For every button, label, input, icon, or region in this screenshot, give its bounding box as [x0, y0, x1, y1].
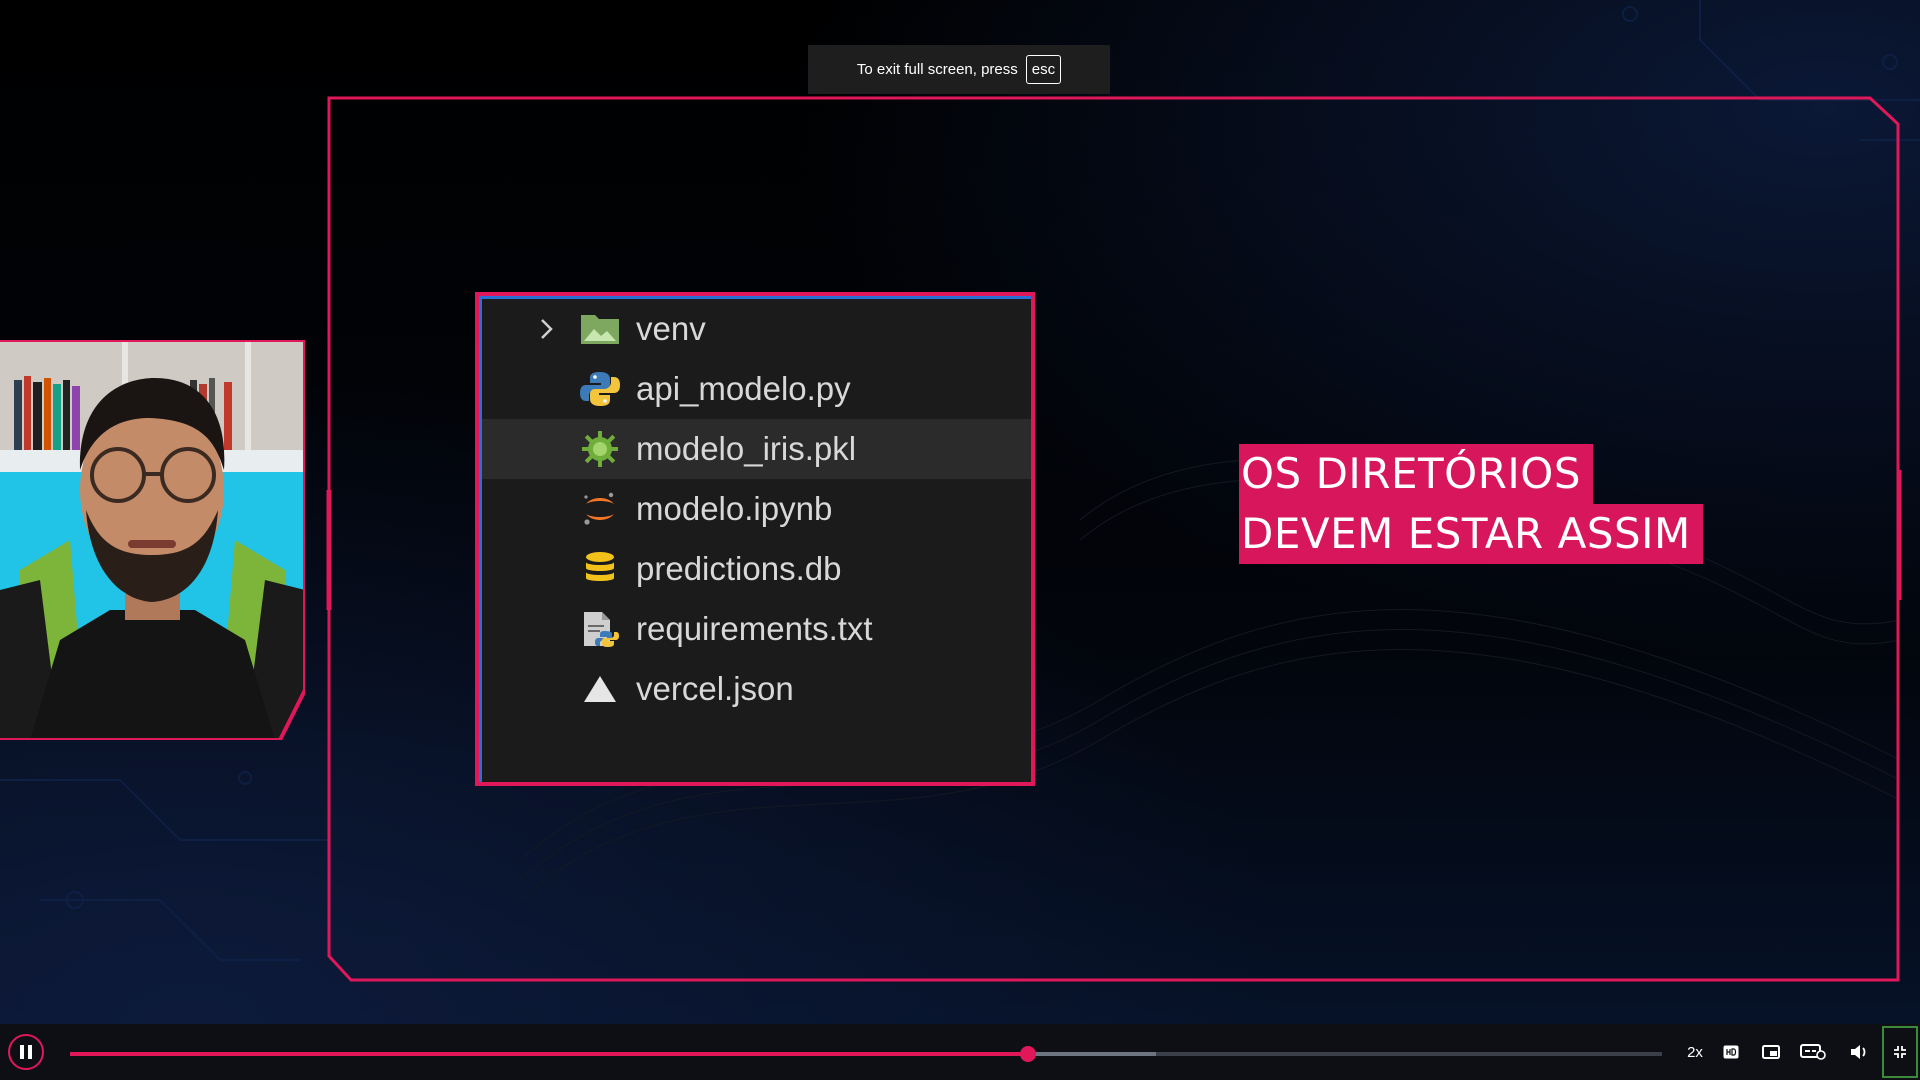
volume-icon: [1851, 1045, 1866, 1059]
file-row-requirements[interactable]: requirements.txt: [482, 599, 1031, 659]
file-explorer-panel: venv api_modelo.py modelo_iris.pkl model…: [475, 292, 1035, 786]
python-icon: [580, 372, 620, 406]
quality-button[interactable]: [1720, 1038, 1742, 1066]
scrubber-handle[interactable]: [1020, 1046, 1037, 1062]
settings-toggle-button[interactable]: [1796, 1038, 1830, 1066]
file-name: modelo.ipynb: [636, 490, 833, 527]
pause-icon: [20, 1045, 24, 1059]
playback-speed-button[interactable]: 2x: [1680, 1038, 1710, 1066]
file-name: requirements.txt: [636, 610, 873, 647]
database-icon: [586, 552, 614, 581]
video-player-controls: 2x: [0, 1024, 1920, 1080]
volume-button[interactable]: [1846, 1038, 1872, 1066]
requirements-file-icon: [584, 612, 619, 647]
captions-settings-icon: [1800, 1044, 1826, 1060]
exit-fullscreen-button[interactable]: [1882, 1026, 1918, 1078]
picture-in-picture-button[interactable]: [1758, 1038, 1784, 1066]
file-name: venv: [636, 310, 706, 347]
file-row-predictions-db[interactable]: predictions.db: [482, 539, 1031, 599]
exit-fullscreen-icon: [1894, 1046, 1906, 1058]
file-row-api-modelo[interactable]: api_modelo.py: [482, 359, 1031, 419]
exit-fullscreen-toast: To exit full screen, press esc: [808, 45, 1110, 94]
file-row-venv[interactable]: venv: [482, 299, 1031, 359]
pickle-icon: [582, 431, 618, 467]
file-name: modelo_iris.pkl: [636, 430, 857, 467]
caption-line-2: DEVEM ESTAR ASSIM: [1239, 504, 1703, 564]
progress-bar[interactable]: [70, 1046, 1662, 1062]
played-range: [70, 1052, 1029, 1056]
esc-key-badge: esc: [1025, 55, 1062, 84]
file-name: api_modelo.py: [636, 370, 851, 407]
slide-caption: OS DIRETÓRIOS DEVEM ESTAR ASSIM: [1239, 444, 1703, 564]
file-row-modelo-ipynb[interactable]: modelo.ipynb: [482, 479, 1031, 539]
file-name: predictions.db: [636, 550, 842, 587]
presenter-webcam: [0, 340, 305, 740]
pip-icon: [1762, 1045, 1780, 1059]
pause-icon: [28, 1045, 32, 1059]
toast-message: To exit full screen, press: [856, 61, 1018, 78]
caption-line-1: OS DIRETÓRIOS: [1239, 444, 1594, 504]
file-name: vercel.json: [636, 670, 794, 707]
vercel-triangle-icon: [584, 676, 616, 702]
chevron-right-icon: [541, 319, 553, 339]
file-row-modelo-iris[interactable]: modelo_iris.pkl: [482, 419, 1031, 479]
pause-button[interactable]: [8, 1034, 44, 1070]
video-stage: To exit full screen, press esc venv api_…: [0, 0, 1920, 1080]
folder-icon: [581, 315, 619, 344]
hd-icon: [1723, 1045, 1739, 1059]
jupyter-icon: [584, 492, 614, 525]
file-row-vercel-json[interactable]: vercel.json: [482, 659, 1031, 719]
